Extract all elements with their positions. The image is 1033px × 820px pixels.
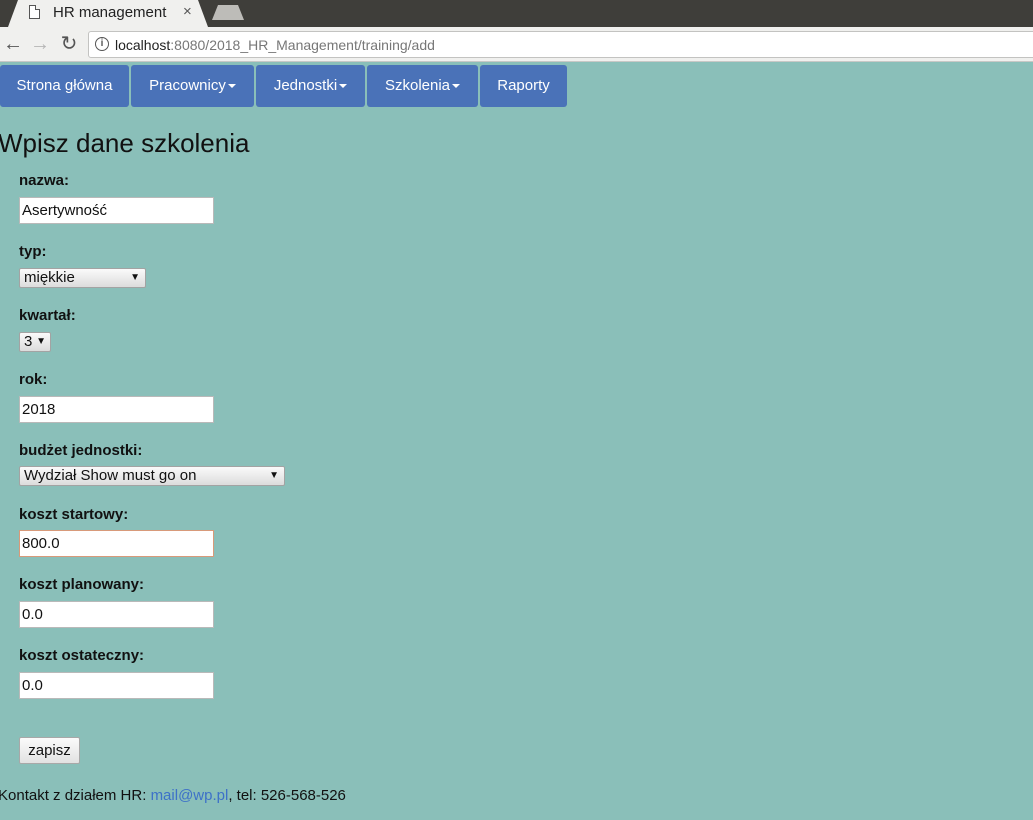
- document-icon: [29, 5, 40, 19]
- url-host: localhost: [115, 37, 171, 53]
- budget-select-value: Wydział Show must go on: [24, 467, 197, 484]
- save-button[interactable]: zapisz: [19, 737, 80, 764]
- new-tab-button[interactable]: [212, 5, 244, 20]
- address-bar[interactable]: i localhost:8080/2018_HR_Management/trai…: [88, 31, 1033, 58]
- type-label: typ:: [19, 243, 47, 260]
- quarter-select-value: 3: [24, 333, 33, 350]
- nav-trainings-label: Szkolenia: [384, 77, 451, 94]
- type-select[interactable]: miękkie ▼: [19, 268, 146, 288]
- nav-units-label: Jednostki: [273, 77, 338, 94]
- browser-toolbar: ← → ↻ i localhost:8080/2018_HR_Managemen…: [0, 27, 1033, 62]
- name-label: nazwa:: [19, 172, 70, 189]
- final-cost-label: koszt ostateczny:: [19, 647, 145, 664]
- nav-employees-dropdown[interactable]: Pracownicy: [131, 65, 254, 107]
- budget-label: budżet jednostki:: [19, 442, 143, 459]
- year-label: rok:: [19, 371, 48, 388]
- caret-down-icon: [339, 84, 348, 89]
- planned-cost-input[interactable]: 0.0: [19, 601, 214, 628]
- quarter-select[interactable]: 3 ▼: [19, 332, 51, 352]
- footer-email-link[interactable]: mail@wp.pl: [151, 787, 229, 804]
- browser-tab[interactable]: HR management ×: [8, 0, 208, 27]
- final-cost-input[interactable]: 0.0: [19, 672, 214, 699]
- nav-reports-label: Raporty: [497, 77, 550, 94]
- nav-home-label: Strona główna: [16, 77, 113, 94]
- page-title: Wpisz dane szkolenia: [0, 128, 250, 158]
- reload-icon[interactable]: ↻: [58, 32, 80, 56]
- nav-home-button[interactable]: Strona główna: [0, 65, 129, 107]
- start-cost-label: koszt startowy:: [19, 506, 129, 523]
- type-select-value: miękkie: [24, 269, 75, 286]
- name-input[interactable]: Asertywność: [19, 197, 214, 224]
- dropdown-arrow-icon: ▼: [269, 470, 279, 481]
- start-cost-input[interactable]: 800.0: [19, 530, 214, 557]
- info-icon[interactable]: i: [95, 37, 109, 51]
- url-text[interactable]: localhost:8080/2018_HR_Management/traini…: [115, 37, 435, 53]
- caret-down-icon: [227, 84, 236, 89]
- year-input[interactable]: 2018: [19, 396, 214, 423]
- nav-reports-button[interactable]: Raporty: [480, 65, 567, 107]
- tab-close-button[interactable]: ×: [183, 3, 192, 20]
- tab-title: HR management: [53, 4, 167, 21]
- nav-trainings-dropdown[interactable]: Szkolenia: [367, 65, 478, 107]
- url-path: :8080/2018_HR_Management/training/add: [170, 37, 435, 53]
- footer-suffix: , tel: 526-568-526: [228, 787, 346, 804]
- back-arrow-icon[interactable]: ←: [2, 32, 24, 56]
- caret-down-icon: [452, 84, 461, 89]
- budget-select[interactable]: Wydział Show must go on ▼: [19, 466, 285, 486]
- dropdown-arrow-icon: ▼: [130, 272, 140, 283]
- footer-prefix: Kontakt z działem HR:: [0, 787, 151, 804]
- quarter-label: kwartał:: [19, 307, 76, 324]
- forward-arrow-icon[interactable]: →: [29, 32, 51, 56]
- footer-contact: Kontakt z działem HR: mail@wp.pl, tel: 5…: [0, 787, 346, 804]
- nav-employees-label: Pracownicy: [149, 77, 226, 94]
- planned-cost-label: koszt planowany:: [19, 576, 145, 593]
- nav-units-dropdown[interactable]: Jednostki: [256, 65, 365, 107]
- dropdown-arrow-icon: ▼: [36, 336, 46, 347]
- browser-tab-bar: HR management ×: [0, 0, 1033, 27]
